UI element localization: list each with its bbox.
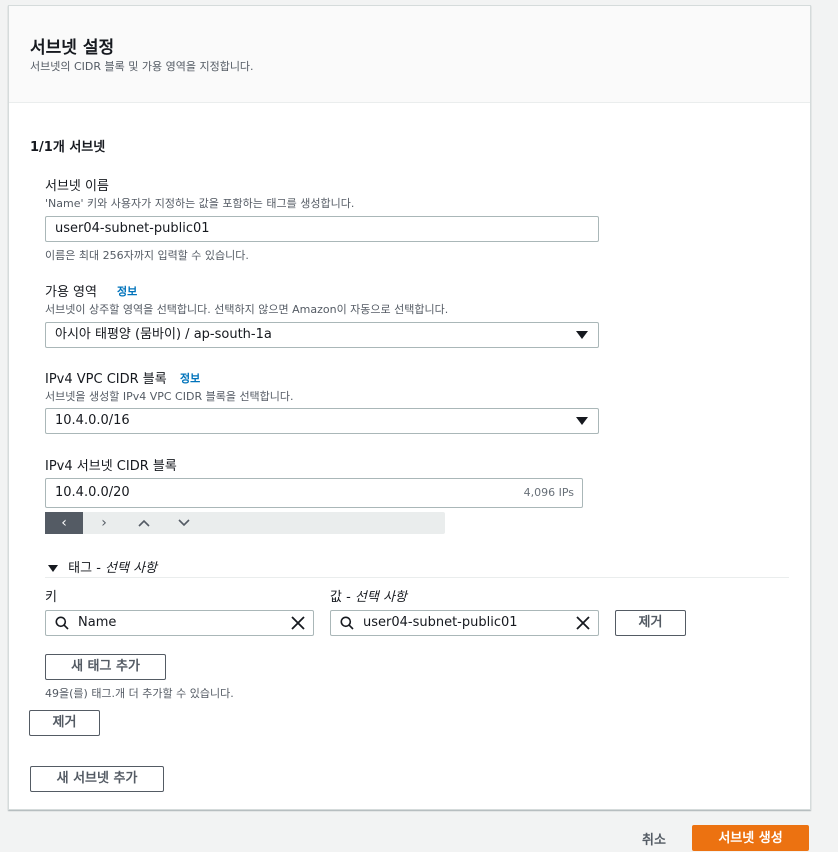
ip-count: 4,096 IPs xyxy=(523,486,574,499)
section-title: 서브넷 설정 xyxy=(30,38,115,58)
search-icon xyxy=(340,616,354,630)
az-info-link[interactable]: 정보 xyxy=(117,283,137,299)
remove-tag-button[interactable]: 제거 xyxy=(615,610,686,636)
remove-subnet-button[interactable]: 제거 xyxy=(29,710,100,736)
vpc-cidr-select[interactable]: 10.4.0.0/16 xyxy=(45,408,599,434)
caret-down-icon xyxy=(576,331,588,339)
az-select[interactable]: 아시아 태평양 (뭄바이) / ap-south-1a xyxy=(45,322,599,348)
close-icon[interactable] xyxy=(576,616,590,630)
tags-toggle-optional: 선택 사항 xyxy=(105,561,158,576)
add-subnet-button[interactable]: 새 서브넷 추가 xyxy=(30,766,164,792)
chevron-up-icon[interactable] xyxy=(125,512,163,534)
az-label: 가용 영역 xyxy=(45,285,97,300)
caret-down-icon xyxy=(48,565,58,572)
tags-toggle-label: 태그 - xyxy=(68,561,106,576)
caret-down-icon xyxy=(576,417,588,425)
subnet-cidr-input[interactable]: 10.4.0.0/20 4,096 IPs xyxy=(45,478,583,508)
az-select-value: 아시아 태평양 (뭄바이) / ap-south-1a xyxy=(55,327,272,342)
subnet-name-label: 서브넷 이름 xyxy=(45,179,109,194)
vpc-cidr-info-link[interactable]: 정보 xyxy=(180,370,200,386)
subnet-count-heading: 1/1개 서브넷 xyxy=(30,140,106,155)
cancel-button[interactable]: 취소 xyxy=(642,829,666,848)
tag-value-header-optional: 선택 사항 xyxy=(354,590,407,605)
add-tag-button[interactable]: 새 태그 추가 xyxy=(45,654,166,680)
close-icon[interactable] xyxy=(291,616,305,630)
subnet-cidr-label: IPv4 서브넷 CIDR 블록 xyxy=(45,459,177,474)
vpc-cidr-label: IPv4 VPC CIDR 블록 xyxy=(45,372,167,387)
tag-limit-note: 49을(를) 태그.개 더 추가할 수 있습니다. xyxy=(45,687,234,700)
section-description: 서브넷의 CIDR 블록 및 가용 영역을 지정합니다. xyxy=(30,60,254,73)
tag-value-value: user04-subnet-public01 xyxy=(363,615,518,630)
tag-key-input[interactable]: Name xyxy=(45,610,314,636)
panel-header xyxy=(9,6,810,103)
tag-key-value: Name xyxy=(78,615,117,630)
az-description: 서브넷이 상주할 영역을 선택합니다. 선택하지 않으면 Amazon이 자동으… xyxy=(45,303,449,316)
subnet-name-input[interactable]: user04-subnet-public01 xyxy=(45,216,599,242)
subnet-name-description: 'Name' 키와 사용자가 지정하는 값을 포함하는 태그를 생성합니다. xyxy=(45,197,355,210)
create-subnet-button[interactable]: 서브넷 생성 xyxy=(692,825,809,851)
cidr-stepper: ‹ › xyxy=(45,512,445,534)
tag-value-header: 값 - 선택 사항 xyxy=(330,586,407,605)
subnet-cidr-value: 10.4.0.0/20 xyxy=(55,485,130,500)
subnet-name-hint: 이름은 최대 256자까지 입력할 수 있습니다. xyxy=(45,249,249,262)
tag-value-header-text: 값 - xyxy=(330,590,355,605)
tags-divider xyxy=(45,577,789,578)
search-icon xyxy=(55,616,69,630)
vpc-cidr-description: 서브넷을 생성할 IPv4 VPC CIDR 블록을 선택합니다. xyxy=(45,390,294,403)
tag-key-header: 키 xyxy=(45,590,57,605)
chevron-down-icon[interactable] xyxy=(165,512,203,534)
tags-toggle[interactable]: 태그 - 선택 사항 xyxy=(48,557,157,576)
chevron-right-icon[interactable]: › xyxy=(85,512,123,534)
vpc-cidr-select-value: 10.4.0.0/16 xyxy=(55,413,130,428)
tag-value-input[interactable]: user04-subnet-public01 xyxy=(330,610,599,636)
chevron-left-icon[interactable]: ‹ xyxy=(45,512,83,534)
